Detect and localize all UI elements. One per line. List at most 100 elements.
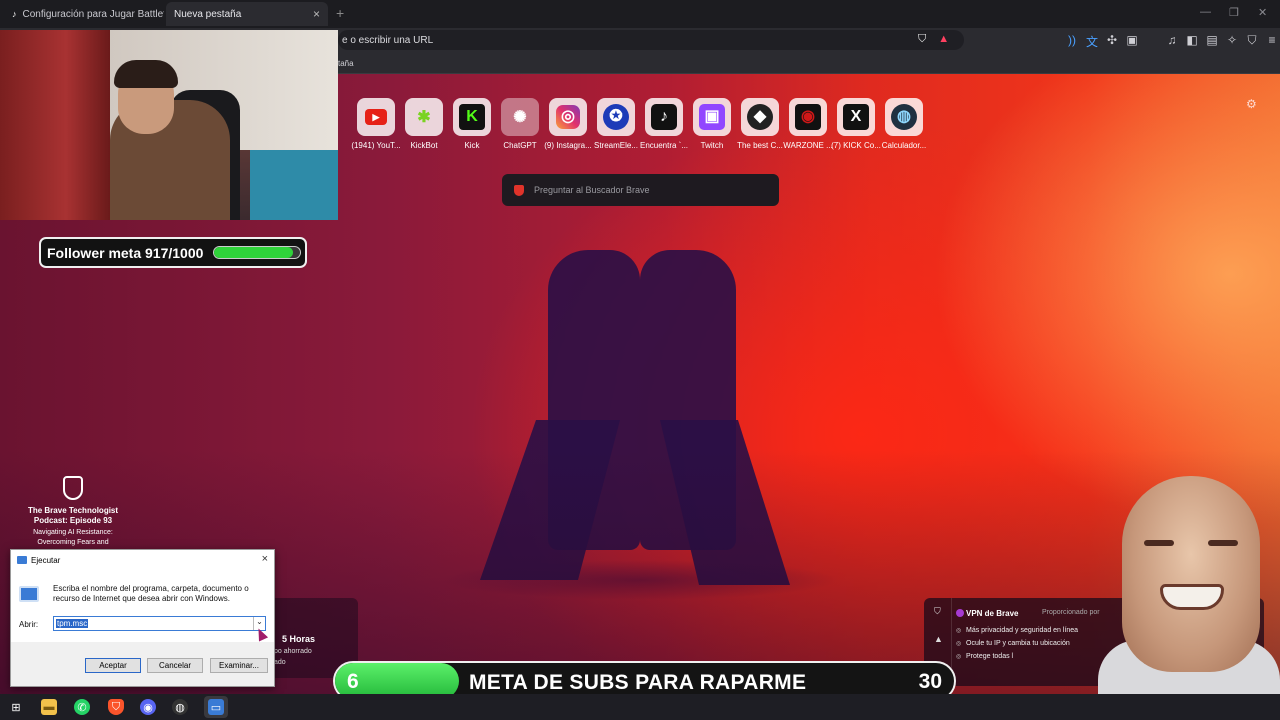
shortcut-kick-co[interactable]: X (7) KICK Co...	[831, 98, 881, 150]
address-bar-icons: ⛉ ▲	[918, 33, 949, 46]
shortcut-warzone[interactable]: ◉ WARZONE ...	[783, 98, 833, 150]
follower-progress-bar	[213, 246, 301, 259]
address-placeholder: e o escribir una URL	[342, 34, 434, 46]
restore-icon[interactable]: ❐	[1229, 6, 1239, 19]
settings-gear-icon[interactable]: ⚙	[1246, 97, 1257, 111]
facecam-face	[1122, 476, 1260, 672]
tab-title: Nueva pestaña	[174, 8, 242, 20]
toolbar-icons: )) 文 ✣ ▣ ♫ ◧ ▤ ✧ ⛉ ≡	[1066, 33, 1278, 50]
vpn-title: VPN de Brave	[966, 609, 1019, 618]
shortcut-twitch[interactable]: ▣ Twitch	[688, 98, 736, 150]
warzone-icon: ◉	[789, 98, 827, 136]
bookmark-item[interactable]: taña	[338, 59, 354, 68]
translate-icon[interactable]: 文	[1086, 33, 1098, 50]
ok-button[interactable]: Aceptar	[85, 658, 141, 673]
sidebar-icon[interactable]: ◧	[1186, 33, 1198, 50]
wallet-icon[interactable]: ▤	[1206, 33, 1218, 50]
run-program-icon	[19, 586, 39, 602]
chatgpt-icon: ✺	[501, 98, 539, 136]
run-dialog-title: Ejecutar	[31, 555, 61, 565]
open-input[interactable]: tpm.msc ⌄	[53, 616, 266, 631]
windows-taskbar	[0, 694, 1280, 720]
shortcut-instagram[interactable]: ◎ (9) Instagra...	[544, 98, 592, 150]
shortcut-label: Calculador...	[881, 141, 927, 150]
run-dialog: Ejecutar × Escriba el nombre del program…	[10, 549, 275, 687]
shortcut-best-c[interactable]: ◆ The best C...	[736, 98, 784, 150]
run-description: Escriba el nombre del programa, carpeta,…	[53, 584, 249, 603]
shortcut-kickbot[interactable]: ✱ KickBot	[400, 98, 448, 150]
subs-goal-label: META DE SUBS PARA RAPARME	[469, 671, 807, 694]
top-sites: ▶ (1941) YouT... ✱ KickBot K Kick ✺ Chat…	[348, 98, 932, 156]
shortcut-tiktok[interactable]: ♪ Encuentra `...	[640, 98, 688, 150]
run-dialog-titlebar[interactable]: Ejecutar ×	[11, 550, 274, 570]
rewards-triangle-icon[interactable]: ▲	[934, 634, 943, 644]
calculator-icon: ◍	[885, 98, 923, 136]
shortcut-youtube[interactable]: ▶ (1941) YouT...	[351, 98, 401, 150]
obs-icon[interactable]: ◍	[172, 699, 188, 715]
podcast-title: The Brave Technologist Podcast: Episode …	[27, 506, 119, 525]
podcast-subtitle: Navigating AI Resistance: Overcoming Fea…	[33, 529, 113, 546]
close-icon[interactable]: ×	[262, 553, 268, 565]
best-c-icon: ◆	[741, 98, 779, 136]
brave-lion-icon	[63, 476, 83, 500]
shortcut-kick[interactable]: K Kick	[448, 98, 496, 150]
run-taskbar-icon[interactable]: ▭	[208, 699, 224, 715]
new-tab-button[interactable]: +	[336, 5, 344, 21]
wallet-wave-icon[interactable]: ))	[1066, 33, 1078, 50]
shortcut-chatgpt[interactable]: ✺ ChatGPT	[496, 98, 544, 150]
brave-lion-icon	[514, 184, 524, 196]
vpn-icon[interactable]: ⛉	[1246, 33, 1258, 50]
kick-icon: K	[453, 98, 491, 136]
facecam-eye	[1208, 540, 1238, 546]
shortcut-streamelements[interactable]: ✪ StreamEle...	[592, 98, 640, 150]
search-placeholder: Preguntar al Buscador Brave	[534, 185, 650, 195]
address-bar[interactable]: e o escribir una URL	[338, 30, 964, 50]
brave-browser-icon[interactable]: ⛉	[108, 699, 124, 715]
close-window-icon[interactable]: ✕	[1258, 6, 1267, 19]
menu-icon[interactable]: ≡	[1266, 33, 1278, 50]
vpn-provider: Proporcionado por	[1042, 609, 1100, 616]
leo-ai-icon[interactable]: ✧	[1226, 33, 1238, 50]
x-twitter-icon: X	[837, 98, 875, 136]
twitch-icon: ▣	[693, 98, 731, 136]
brave-news-card[interactable]: The Brave Technologist Podcast: Episode …	[16, 476, 130, 548]
vpn-feature: Protege todas l	[956, 653, 1013, 660]
extensions-icon[interactable]: ✣	[1106, 33, 1118, 50]
file-explorer-icon[interactable]: ▬	[41, 699, 57, 715]
close-tab-icon[interactable]: ×	[313, 7, 320, 21]
tab-battlefield[interactable]: ♪ Configuración para Jugar Battlefield 6	[4, 2, 164, 26]
vpn-feature: Más privacidad y seguridad en línea	[956, 627, 1078, 634]
vpn-feature: Ocule tu IP y cambia tu ubicación	[956, 640, 1070, 647]
tiktok-favicon-icon: ♪	[12, 9, 17, 19]
kickbot-icon: ✱	[405, 98, 443, 136]
tab-bar: ♪ Configuración para Jugar Battlefield 6…	[0, 0, 1280, 28]
stats-line: ado	[274, 659, 286, 666]
webcam-hair	[114, 60, 178, 88]
tiktok-icon: ♪	[645, 98, 683, 136]
media-icon[interactable]: ♫	[1166, 33, 1178, 50]
subs-goal-target: 30	[918, 670, 942, 693]
subs-current: 6	[347, 670, 359, 693]
minimize-icon[interactable]: —	[1200, 6, 1211, 18]
follower-progress-fill	[214, 247, 293, 258]
streamelements-icon: ✪	[597, 98, 635, 136]
discord-icon[interactable]: ◉	[140, 699, 156, 715]
tab-nueva-pestana[interactable]: Nueva pestaña ×	[166, 2, 328, 26]
shortcut-calculador[interactable]: ◍ Calculador...	[880, 98, 928, 150]
windows-start-icon[interactable]: ⊞	[8, 699, 24, 715]
run-dialog-body: Escriba el nombre del programa, carpeta,…	[11, 570, 274, 642]
webcam-overlay	[0, 30, 338, 220]
whatsapp-icon[interactable]: ✆	[74, 699, 90, 715]
brave-shields-icon[interactable]: ⛉	[918, 33, 926, 46]
vpn-shield-icon[interactable]: ⛉	[934, 606, 941, 617]
open-label: Abrir:	[19, 620, 39, 629]
youtube-icon: ▶	[357, 98, 395, 136]
search-box[interactable]: Preguntar al Buscador Brave	[502, 174, 779, 206]
screenshot-icon[interactable]: ▣	[1126, 33, 1138, 50]
webcam-bed	[250, 150, 338, 220]
cancel-button[interactable]: Cancelar	[147, 658, 203, 673]
brave-rewards-icon[interactable]: ▲	[938, 33, 949, 46]
browse-button[interactable]: Examinar...	[210, 658, 268, 673]
open-input-value: tpm.msc	[56, 619, 89, 628]
